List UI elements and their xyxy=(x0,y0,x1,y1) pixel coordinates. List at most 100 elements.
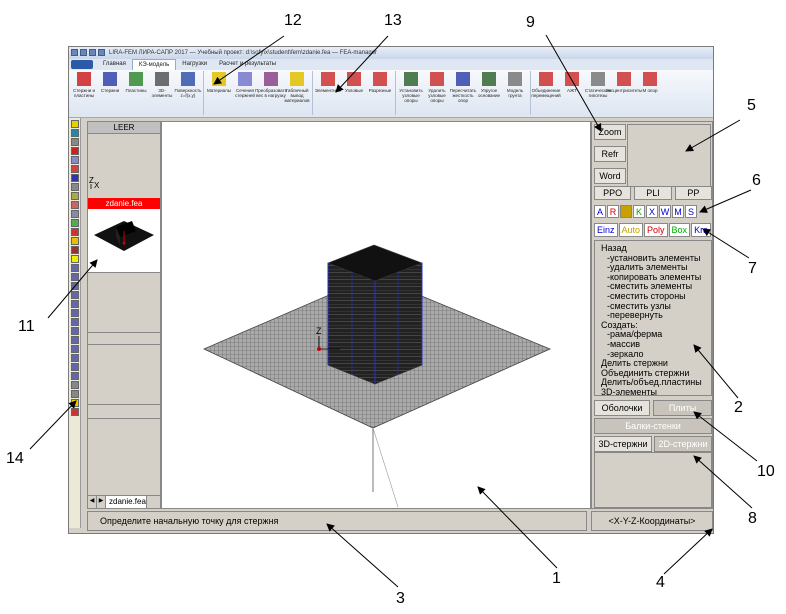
ribbon-button[interactable]: Пластины xyxy=(123,72,149,112)
tool-icon[interactable] xyxy=(70,219,79,227)
tool-icon[interactable] xyxy=(70,327,79,335)
filter-letter-button[interactable]: A xyxy=(594,205,606,218)
application-menu-button[interactable] xyxy=(71,60,93,69)
model-thumbnail[interactable] xyxy=(88,209,160,273)
ribbon-button-label: Упругое основание xyxy=(477,88,501,98)
pp-button[interactable]: PP xyxy=(674,186,712,200)
tab-scroll-left-icon[interactable]: ◀ xyxy=(88,496,97,508)
tool-icon[interactable] xyxy=(70,390,79,398)
ribbon-button[interactable]: Преобразовать вес в нагрузку xyxy=(255,72,287,112)
ribbon-button[interactable]: АЖТ xyxy=(559,72,585,112)
ribbon-button[interactable]: Стержни xyxy=(97,72,123,112)
ribbon-button-label: Модель грунта xyxy=(506,88,524,98)
ppo-button[interactable]: PPO xyxy=(594,186,632,200)
tool-icon[interactable] xyxy=(70,336,79,344)
tool-icon[interactable] xyxy=(70,372,79,380)
ribbon-button[interactable]: Эксцентриситеты xyxy=(606,72,642,112)
application-window: LIRA-FEM ЛИРА-САПР 2017 — Учебный проект… xyxy=(68,46,714,534)
model-3d-view[interactable]: Z xyxy=(162,122,592,510)
word-button[interactable]: Word xyxy=(594,168,626,184)
ribbon-button[interactable]: Поверхность z=f(x,y) xyxy=(175,72,201,112)
ribbon-button[interactable]: Удалить узловые опоры xyxy=(424,72,450,112)
selection-mode-button[interactable]: Einz xyxy=(594,223,618,237)
tool-icon[interactable] xyxy=(70,255,79,263)
ribbon-button[interactable]: М опор xyxy=(637,72,663,112)
tool-icon[interactable] xyxy=(70,183,79,191)
tool-icon[interactable] xyxy=(70,174,79,182)
tool-icon[interactable] xyxy=(70,192,79,200)
selection-mode-button[interactable]: Poly xyxy=(644,223,668,237)
selection-mode-button[interactable]: Auto xyxy=(618,223,644,237)
tab-scroll-right-icon[interactable]: ▶ xyxy=(97,496,106,508)
tool-icon[interactable] xyxy=(70,273,79,281)
tool-icon[interactable] xyxy=(70,354,79,362)
undo-icon[interactable] xyxy=(98,49,105,56)
new-file-icon[interactable] xyxy=(71,49,78,56)
tool-icon[interactable] xyxy=(70,210,79,218)
tool-icon[interactable] xyxy=(70,228,79,236)
zoom-button[interactable]: Zoom xyxy=(594,124,626,140)
shells-button[interactable]: Оболочки xyxy=(594,400,650,416)
ribbon-button[interactable]: 3D-элементы xyxy=(149,72,175,112)
tool-icon[interactable] xyxy=(70,282,79,290)
selection-mode-button[interactable]: Kra xyxy=(691,223,712,237)
ribbon-tab[interactable]: Расчет и результаты xyxy=(213,59,282,70)
tool-icon[interactable] xyxy=(70,345,79,353)
filter-letter-button[interactable]: M xyxy=(672,205,684,218)
ribbon-button[interactable]: Узловые xyxy=(341,72,367,112)
selection-mode-button[interactable]: Box xyxy=(668,223,691,237)
tool-icon[interactable] xyxy=(70,147,79,155)
command-item[interactable]: 3D-элементы xyxy=(601,387,711,395)
ribbon-button[interactable]: Материалы xyxy=(206,72,232,112)
ribbon-button[interactable]: Стержни и пластины xyxy=(71,72,97,112)
filter-letter-button[interactable]: W xyxy=(659,205,671,218)
tool-icon[interactable] xyxy=(70,300,79,308)
tool-icon[interactable] xyxy=(70,120,79,128)
ribbon-tab[interactable]: Главная xyxy=(97,59,132,70)
tool-icon[interactable] xyxy=(70,237,79,245)
filter-letter-button[interactable]: K xyxy=(633,205,645,218)
tool-icon[interactable] xyxy=(70,129,79,137)
ribbon-tab[interactable]: Нагрузки xyxy=(176,59,213,70)
tool-icon[interactable] xyxy=(70,399,79,407)
save-icon[interactable] xyxy=(89,49,96,56)
tool-icon[interactable] xyxy=(70,291,79,299)
tool-icon[interactable] xyxy=(70,138,79,146)
file-tab[interactable]: zdanie.fea xyxy=(106,496,147,508)
model-viewport[interactable]: Z xyxy=(161,121,591,509)
filter-letter-button[interactable]: X xyxy=(646,205,658,218)
ribbon-button[interactable]: Упругое основание xyxy=(476,72,502,112)
ribbon-button[interactable]: Разрезные xyxy=(367,72,393,112)
tool-icon[interactable] xyxy=(70,165,79,173)
tool-icon[interactable] xyxy=(70,264,79,272)
bars-3d-button[interactable]: 3D-стержни xyxy=(594,436,652,452)
ribbon-button[interactable]: Пересчитать жесткость опор xyxy=(450,72,476,112)
selected-file-item[interactable]: zdanie.fea xyxy=(88,198,160,209)
ribbon-button[interactable]: Табличный вывод материалов xyxy=(284,72,310,112)
refresh-button[interactable]: Refr xyxy=(594,146,626,162)
filter-letter-button[interactable]: S xyxy=(685,205,697,218)
filter-letter-button[interactable] xyxy=(620,205,632,218)
ribbon-button-label: Пластины xyxy=(125,88,147,93)
tool-icon[interactable] xyxy=(70,156,79,164)
tool-icon[interactable] xyxy=(70,363,79,371)
ribbon-button[interactable]: Объединение перемещений xyxy=(531,72,561,112)
open-file-icon[interactable] xyxy=(80,49,87,56)
ribbon-button[interactable]: Модель грунта xyxy=(502,72,528,112)
plates-button[interactable]: Плиты xyxy=(653,400,712,416)
tool-icon[interactable] xyxy=(70,246,79,254)
bars-2d-button[interactable]: 2D-стержни xyxy=(654,436,712,452)
ribbon-tab[interactable]: КЭ-модель xyxy=(131,59,177,70)
tool-icon[interactable] xyxy=(70,408,79,416)
tool-icon[interactable] xyxy=(70,381,79,389)
soil-model-icon xyxy=(508,72,522,86)
pli-button[interactable]: PLI xyxy=(634,186,672,200)
ribbon-button[interactable]: Элементные xyxy=(315,72,341,112)
tool-icon[interactable] xyxy=(70,201,79,209)
tool-icon[interactable] xyxy=(70,309,79,317)
deep-beams-button[interactable]: Балки-стенки xyxy=(594,418,712,434)
filter-letter-button[interactable]: R xyxy=(607,205,619,218)
tool-icon[interactable] xyxy=(70,318,79,326)
coordinates-input[interactable]: <X-Y-Z-Координаты> xyxy=(591,511,713,531)
ribbon-button[interactable]: Установить узловые опоры xyxy=(398,72,424,112)
